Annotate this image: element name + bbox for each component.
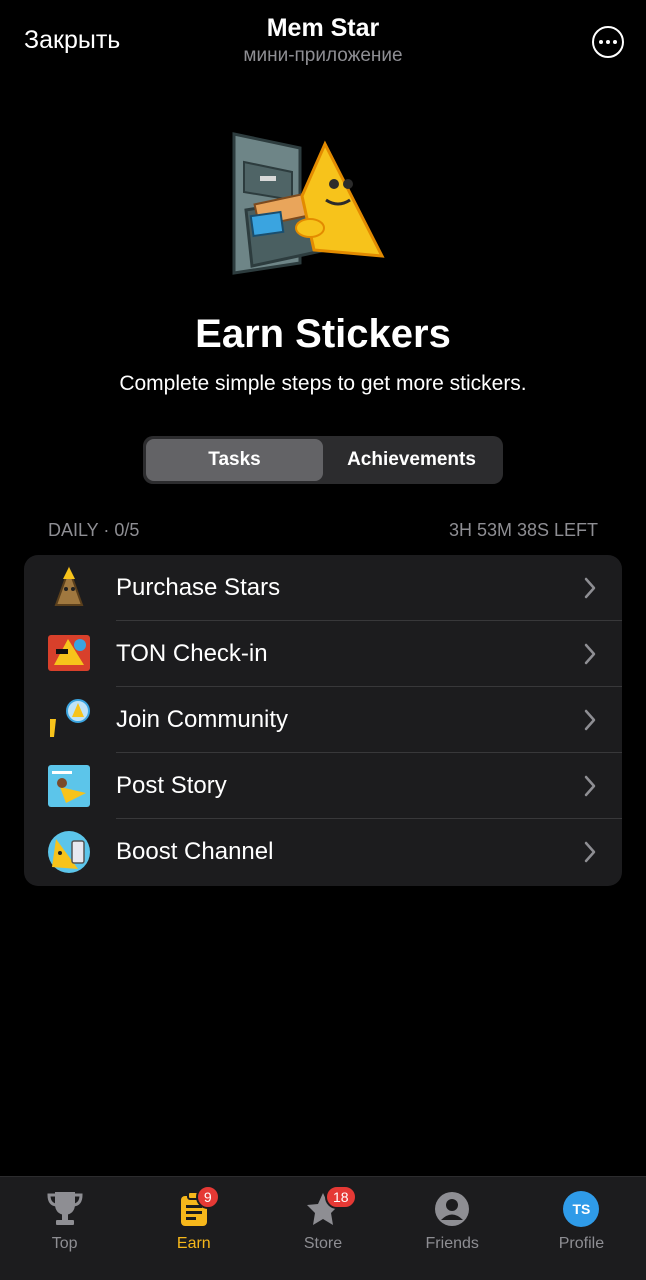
community-sticker-icon <box>50 699 90 737</box>
story-sticker-icon <box>48 765 90 807</box>
chevron-right-icon <box>584 841 596 863</box>
task-label: TON Check-in <box>116 640 268 667</box>
task-ton-check-in[interactable]: TON Check-in <box>24 621 622 687</box>
notification-badge: 9 <box>195 1185 220 1209</box>
page-title: Earn Stickers <box>195 312 451 356</box>
app-subtitle: мини-приложение <box>243 45 403 66</box>
tab-earn[interactable]: 9 Earn <box>129 1177 258 1280</box>
chevron-right-icon <box>584 643 596 665</box>
tasks-achievements-switch: Tasks Achievements <box>143 436 503 484</box>
tab-label: Friends <box>425 1235 479 1252</box>
app-title: Mem Star <box>266 14 380 42</box>
tab-label: Top <box>51 1235 78 1252</box>
task-purchase-stars[interactable]: Purchase Stars <box>24 555 622 621</box>
chevron-right-icon <box>584 709 596 731</box>
notification-badge: 18 <box>325 1185 357 1209</box>
tab-label: Store <box>303 1235 343 1252</box>
daily-status: DAILY · 0/5 3H 53M 38S LEFT <box>48 520 598 541</box>
person-icon <box>432 1189 472 1229</box>
chevron-right-icon <box>584 577 596 599</box>
tab-friends[interactable]: Friends <box>388 1177 517 1280</box>
task-join-community[interactable]: Join Community <box>24 687 622 753</box>
tab-label: Profile <box>558 1235 605 1252</box>
tab-achievements[interactable]: Achievements <box>323 439 500 481</box>
chevron-right-icon <box>584 775 596 797</box>
tab-label: Earn <box>176 1235 211 1252</box>
title-block: Mem Star мини-приложение <box>0 14 646 67</box>
more-options-icon[interactable] <box>592 26 624 58</box>
star-icon: 18 <box>303 1185 357 1229</box>
task-label: Purchase Stars <box>116 574 281 601</box>
stars-sticker-icon <box>54 566 84 606</box>
boost-sticker-icon <box>48 831 90 873</box>
task-label: Boost Channel <box>116 838 274 865</box>
avatar: TS <box>563 1191 600 1227</box>
clipboard-icon: 9 <box>174 1185 220 1229</box>
daily-progress: DAILY · 0/5 <box>48 520 140 540</box>
ton-sticker-icon <box>48 635 90 671</box>
tab-tasks[interactable]: Tasks <box>146 439 323 481</box>
task-boost-channel[interactable]: Boost Channel <box>24 819 622 885</box>
daily-time-left: 3H 53M 38S LEFT <box>448 520 598 540</box>
bottom-tab-bar: Top 9 Earn 18 Store Friends TS Profile <box>0 1176 646 1280</box>
tab-top[interactable]: Top <box>0 1177 129 1280</box>
page-subtitle: Complete simple steps to get more sticke… <box>119 372 527 395</box>
avatar-icon: TS <box>561 1189 601 1229</box>
header: Закрыть Mem Star мини-приложение <box>0 0 646 90</box>
task-label: Post Story <box>116 772 227 799</box>
cabinet-star-sticker-icon <box>232 132 385 275</box>
trophy-icon <box>45 1189 85 1229</box>
task-post-story[interactable]: Post Story <box>24 753 622 819</box>
tab-store[interactable]: 18 Store <box>258 1177 387 1280</box>
tab-profile[interactable]: TS Profile <box>517 1177 646 1280</box>
task-list: Purchase Stars TON Check-in Join Communi… <box>24 555 622 886</box>
task-label: Join Community <box>116 706 289 733</box>
